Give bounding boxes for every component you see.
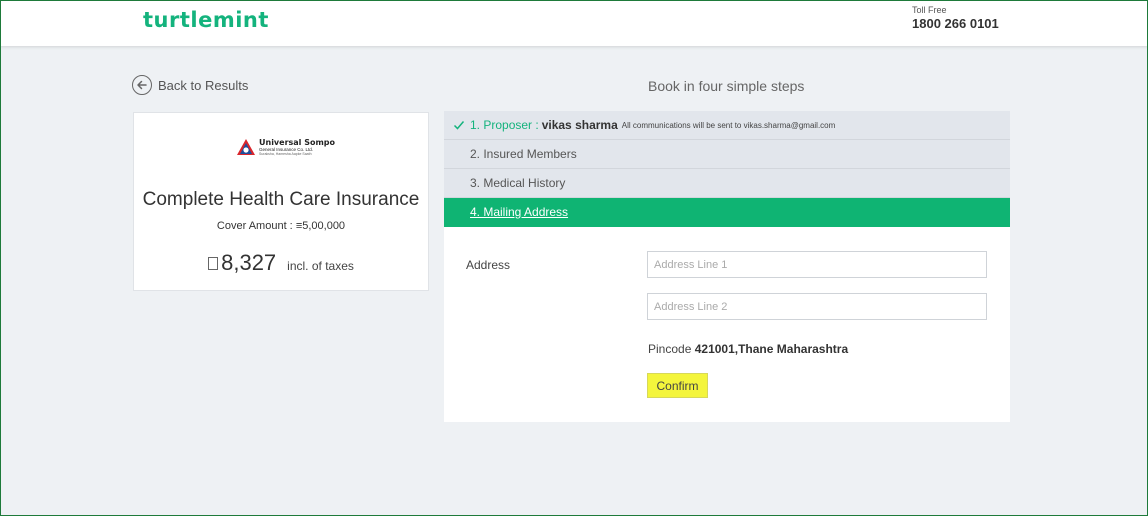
rupee-icon	[208, 257, 219, 270]
top-header: turtlemint Toll Free 1800 266 0101	[0, 0, 1148, 46]
cover-amount-value: 5,00,000	[302, 220, 346, 232]
address-line-1-input[interactable]	[647, 251, 987, 278]
booking-steps: 1. Proposer : vikas sharma All communica…	[444, 111, 1010, 227]
address-label: Address	[466, 258, 511, 272]
insurer-name: Universal Sompo	[259, 138, 336, 147]
pincode-value: 421001,Thane Maharashtra	[694, 342, 849, 356]
step-mailing-address-label: 4. Mailing Address	[470, 205, 569, 219]
arrow-left-circle-icon	[132, 75, 152, 95]
back-to-results-label: Back to Results	[158, 77, 249, 93]
step-insured-members[interactable]: 2. Insured Members	[444, 140, 1010, 169]
step-medical-history[interactable]: 3. Medical History	[444, 169, 1010, 198]
cover-amount: Cover Amount : ≡5,00,000	[134, 220, 428, 232]
step-proposer-label: 1. Proposer :	[470, 118, 539, 132]
universal-sompo-emblem-icon	[237, 139, 255, 155]
turtlemint-logo[interactable]: turtlemint	[143, 8, 269, 32]
check-icon	[453, 121, 465, 130]
step-proposer[interactable]: 1. Proposer : vikas sharma All communica…	[444, 111, 1010, 140]
address-line-2-input[interactable]	[647, 293, 987, 320]
insurer-tagline: Suraksha, Hamesha Aapke Saath	[259, 152, 312, 156]
product-card: Universal Sompo General Insurance Co. Lt…	[133, 112, 429, 291]
price-row: 8,327 incl. of taxes	[134, 250, 428, 276]
mailing-address-form: Address Pincode 421001,Thane Maharashtra…	[444, 227, 1010, 422]
step-mailing-address[interactable]: 4. Mailing Address	[444, 198, 1010, 227]
proposer-name: vikas sharma	[541, 118, 618, 132]
cover-amount-label: Cover Amount :	[216, 220, 293, 232]
communication-note: All communications will be sent to vikas…	[621, 120, 836, 130]
pincode: Pincode 421001,Thane Maharashtra	[648, 342, 848, 356]
price-note: incl. of taxes	[287, 259, 354, 273]
toll-free-label: Toll Free	[912, 5, 947, 15]
toll-free-number[interactable]: 1800 266 0101	[912, 16, 999, 31]
steps-title: Book in four simple steps	[648, 78, 805, 94]
back-to-results-link[interactable]: Back to Results	[132, 74, 248, 96]
confirm-button[interactable]: Confirm	[647, 373, 708, 398]
step-medical-history-label: 3. Medical History	[470, 176, 566, 190]
step-insured-members-label: 2. Insured Members	[470, 147, 577, 161]
insurer-logo: Universal Sompo General Insurance Co. Lt…	[236, 135, 335, 159]
product-name: Complete Health Care Insurance	[142, 189, 420, 210]
pincode-label: Pincode	[648, 342, 692, 356]
premium-price: 8,327	[221, 250, 277, 275]
